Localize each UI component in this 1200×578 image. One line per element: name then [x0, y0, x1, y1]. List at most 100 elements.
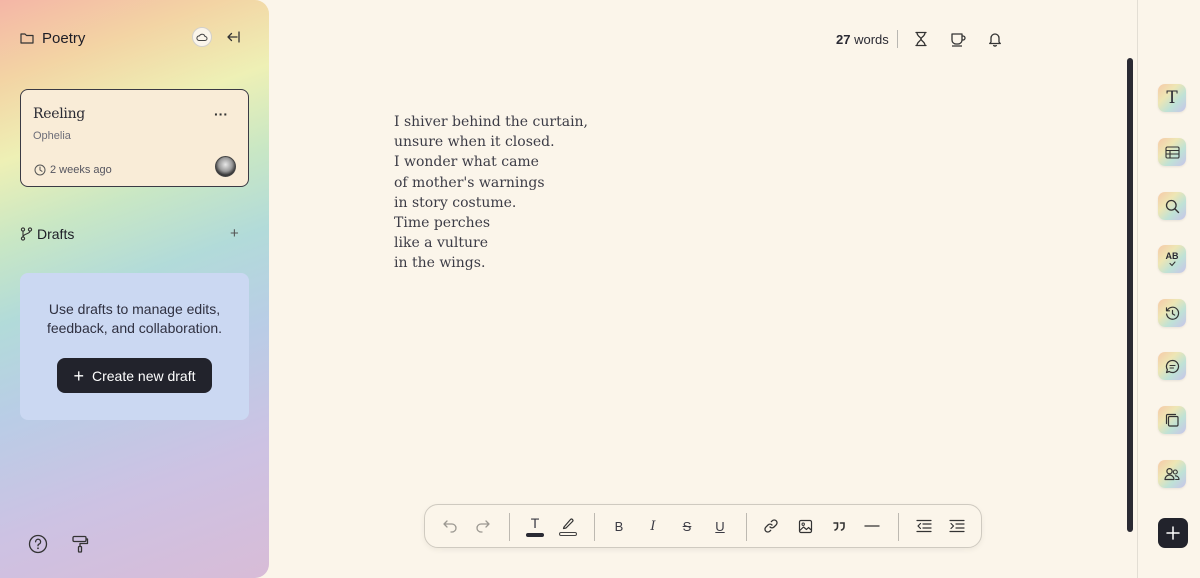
divider — [1137, 0, 1138, 578]
poem-line[interactable]: Time perches — [394, 213, 588, 233]
updated-text: 2 weeks ago — [50, 164, 112, 176]
horizontal-rule-icon — [864, 525, 880, 527]
spellcheck-button[interactable]: AB — [1158, 245, 1186, 273]
history-icon — [1165, 306, 1179, 320]
bold-button[interactable]: B — [609, 516, 629, 536]
word-count: 27 words — [836, 32, 889, 47]
underline-button[interactable]: U — [710, 516, 730, 536]
quote-icon — [833, 522, 845, 531]
link-icon — [764, 519, 778, 533]
add-icon — [1166, 526, 1180, 540]
italic-button[interactable]: I — [643, 516, 663, 536]
hourglass-icon — [915, 31, 927, 47]
redo-button[interactable] — [473, 516, 493, 536]
document-card[interactable]: Reeling Ophelia ··· 2 weeks ago — [20, 89, 249, 187]
image-button[interactable] — [795, 516, 815, 536]
coffee-icon — [951, 32, 966, 47]
more-options-icon[interactable]: ··· — [214, 106, 228, 122]
table-button[interactable] — [1158, 138, 1186, 166]
notes-button[interactable] — [1158, 406, 1186, 434]
editor-content[interactable]: I shiver behind the curtain, unsure when… — [394, 112, 588, 274]
redo-icon — [476, 520, 490, 533]
help-icon[interactable] — [28, 534, 48, 554]
check-icon — [1169, 260, 1176, 266]
poem-line[interactable]: like a vulture — [394, 233, 588, 253]
text-color-swatch — [526, 533, 544, 537]
create-draft-label: Create new draft — [92, 367, 196, 384]
highlight-button[interactable] — [558, 514, 578, 538]
branch-icon — [20, 227, 33, 241]
collapse-sidebar-icon[interactable] — [226, 29, 242, 45]
format-toolbar: T B I S U — [424, 504, 982, 548]
highlight-swatch — [559, 532, 577, 536]
underline-icon: U — [715, 518, 725, 534]
text-style-icon: T — [1166, 88, 1178, 108]
toolbar-divider — [898, 513, 899, 541]
focus-button[interactable] — [949, 30, 967, 48]
poem-line[interactable]: in story costume. — [394, 193, 588, 213]
undo-icon — [443, 520, 457, 533]
indent-button[interactable] — [947, 516, 967, 536]
drafts-message: Use drafts to manage edits, feedback, an… — [46, 301, 223, 336]
collaborators-button[interactable] — [1158, 460, 1186, 488]
italic-icon: I — [650, 518, 656, 534]
document-title: Reeling — [33, 106, 85, 122]
drafts-empty-panel: Use drafts to manage edits, feedback, an… — [20, 273, 249, 420]
document-updated: 2 weeks ago — [34, 164, 112, 176]
bell-icon — [988, 33, 1001, 47]
indent-icon — [949, 519, 965, 533]
poem-line[interactable]: unsure when it closed. — [394, 132, 588, 152]
highlighter-icon — [562, 518, 574, 530]
spellcheck-icon: AB — [1165, 250, 1179, 261]
word-count-value: 27 — [836, 31, 851, 47]
drafts-header: Drafts + — [20, 225, 244, 243]
sidebar: Poetry Reeling Ophelia ··· 2 weeks ago D… — [0, 0, 269, 578]
history-button[interactable] — [1158, 299, 1186, 327]
folder-title[interactable]: Poetry — [42, 30, 85, 47]
timer-button[interactable] — [912, 30, 930, 48]
quote-button[interactable] — [829, 516, 849, 536]
undo-button[interactable] — [440, 516, 460, 536]
add-button[interactable] — [1158, 518, 1188, 548]
comment-icon — [1165, 359, 1179, 373]
paint-roller-icon[interactable] — [70, 534, 90, 554]
create-new-draft-button[interactable]: + Create new draft — [57, 358, 212, 393]
outdent-button[interactable] — [914, 516, 934, 536]
divider — [896, 30, 898, 48]
bold-icon: B — [614, 518, 624, 534]
search-icon — [1165, 199, 1179, 213]
strikethrough-icon: S — [682, 518, 692, 534]
comments-button[interactable] — [1158, 352, 1186, 380]
text-color-icon: T — [530, 515, 540, 531]
drafts-label: Drafts — [37, 226, 75, 242]
text-style-button[interactable]: T — [1158, 84, 1186, 112]
clock-icon — [34, 164, 46, 176]
divider-button[interactable] — [862, 516, 882, 536]
link-button[interactable] — [761, 516, 781, 536]
search-button[interactable] — [1158, 192, 1186, 220]
add-draft-icon[interactable]: + — [230, 225, 239, 242]
toolbar-divider — [594, 513, 595, 541]
sidebar-header: Poetry — [20, 27, 244, 48]
poem-line[interactable]: I shiver behind the curtain, — [394, 112, 588, 132]
avatar[interactable] — [215, 156, 236, 177]
table-icon — [1164, 145, 1180, 159]
image-icon — [798, 519, 812, 533]
strikethrough-button[interactable]: S — [677, 516, 697, 536]
plus-icon: + — [73, 365, 84, 386]
poem-line[interactable]: in the wings. — [394, 253, 588, 273]
poem-line[interactable]: I wonder what came — [394, 152, 588, 172]
scrollbar[interactable] — [1127, 58, 1133, 532]
toolbar-divider — [509, 513, 510, 541]
poem-line[interactable]: of mother's warnings — [394, 173, 588, 193]
folder-icon — [20, 33, 34, 44]
top-bar: 27 words — [836, 29, 1023, 49]
notes-icon — [1165, 413, 1179, 427]
outdent-icon — [916, 519, 932, 533]
text-color-button[interactable]: T — [525, 514, 545, 538]
collaborators-icon — [1164, 467, 1180, 481]
sync-button[interactable] — [192, 27, 212, 47]
word-count-label: words — [854, 31, 889, 47]
cloud-icon — [196, 33, 208, 41]
notifications-button[interactable] — [986, 30, 1004, 48]
